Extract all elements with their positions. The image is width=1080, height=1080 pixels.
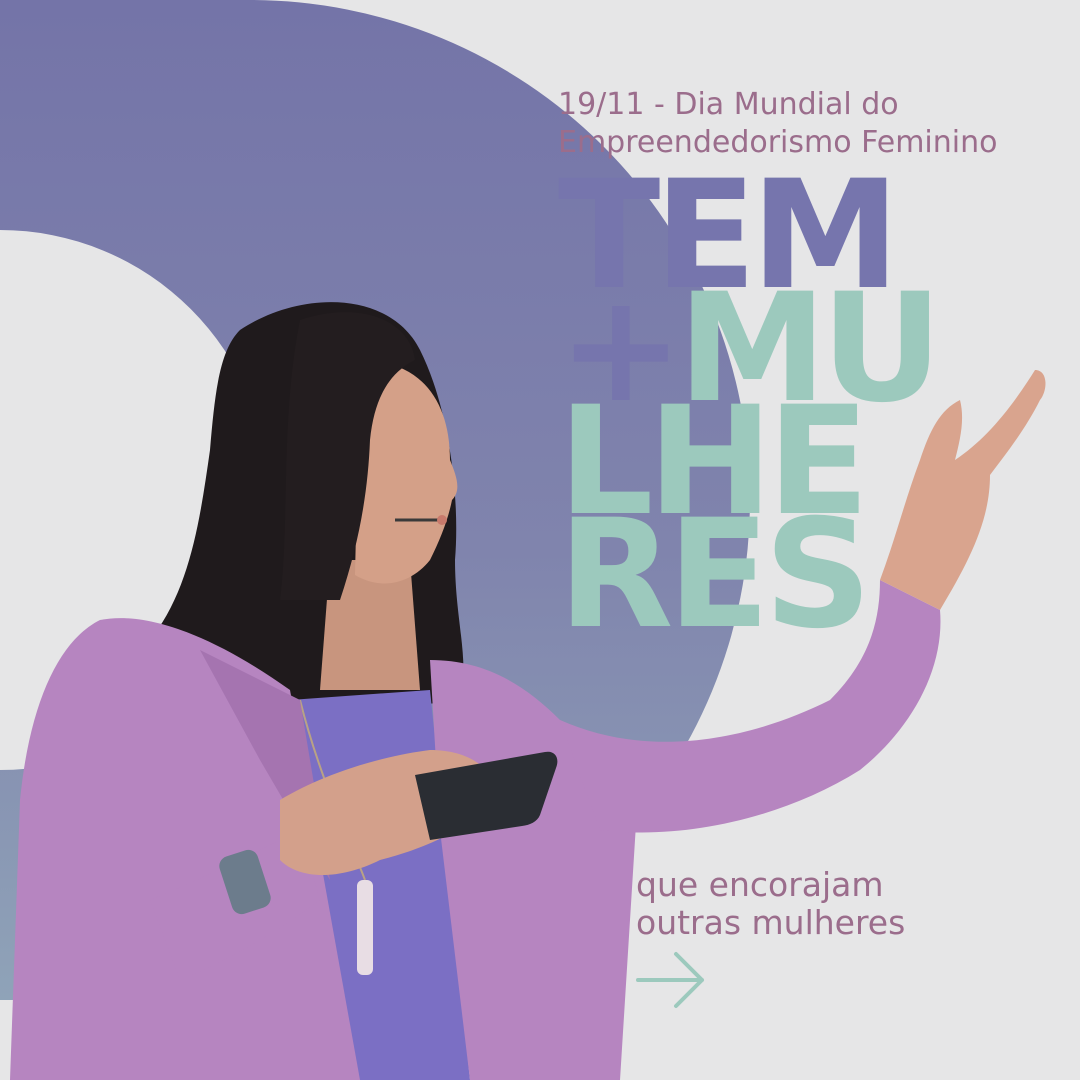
social-post: 19/11 - Dia Mundial do Empreendedorismo …: [0, 0, 1080, 1080]
presenter-photo: [10, 302, 1046, 1080]
tagline-line-2: outras mulheres: [636, 903, 906, 942]
tagline: que encorajam outras mulheres: [636, 866, 905, 942]
headline-res: RES: [558, 488, 872, 662]
subtitle-line-1: 19/11 - Dia Mundial do: [558, 87, 899, 122]
headline: TEM +MU LHE RES: [558, 161, 943, 662]
arrow-right-icon[interactable]: [636, 948, 708, 1012]
tagline-line-1: que encorajam: [636, 865, 884, 904]
